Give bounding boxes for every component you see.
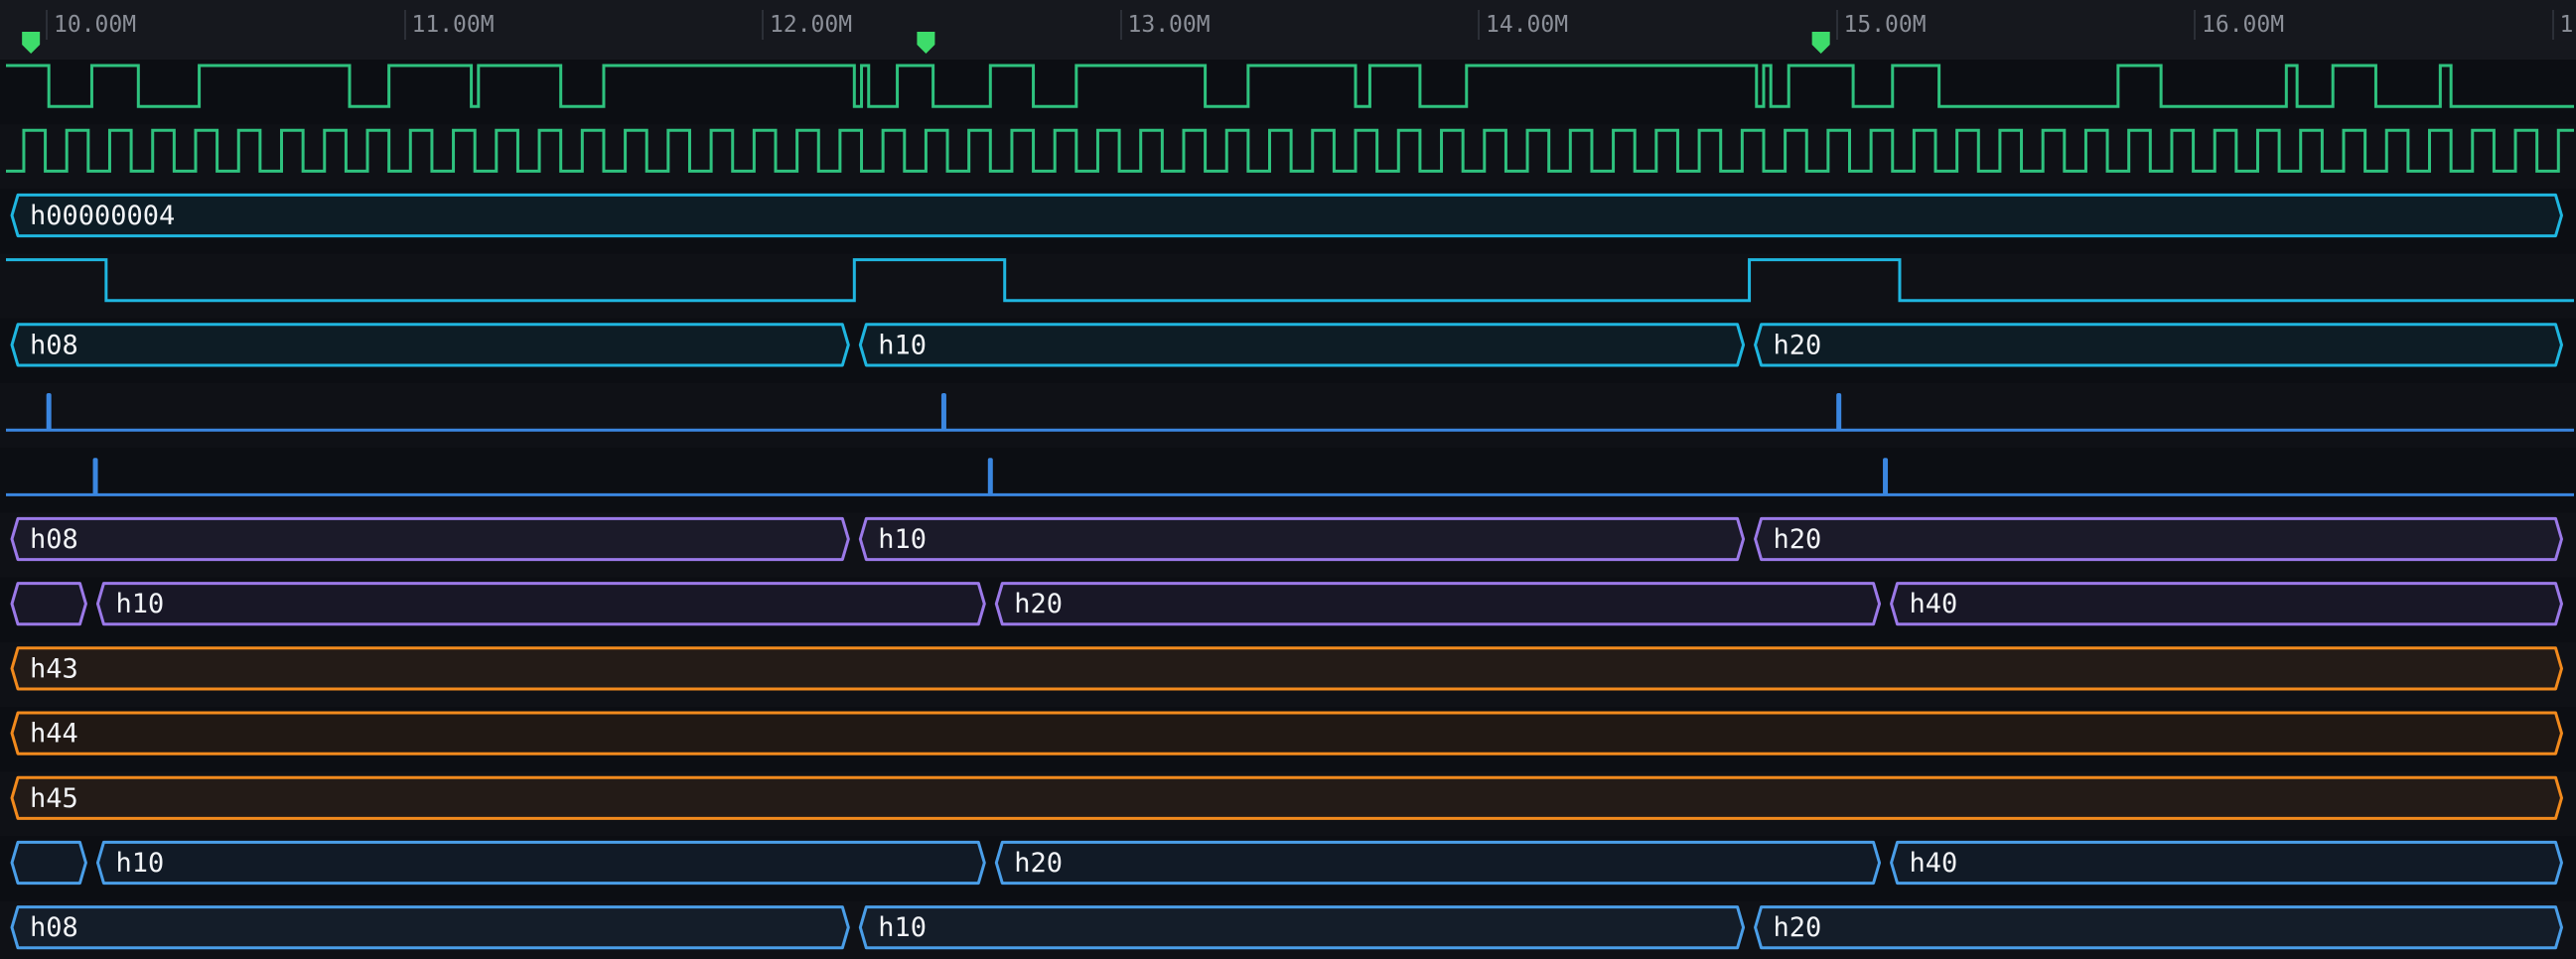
bus-value-label: h10 bbox=[878, 330, 927, 360]
bus-segment bbox=[858, 323, 1746, 367]
bus-segment bbox=[95, 840, 986, 886]
pulse-mark bbox=[46, 393, 52, 431]
bus-segment bbox=[95, 582, 986, 626]
signal-row bbox=[0, 253, 2576, 319]
bus-segment bbox=[994, 582, 1882, 626]
bus-segment bbox=[1890, 582, 2563, 626]
pulse-mark bbox=[1883, 458, 1889, 495]
bus-segment bbox=[10, 193, 2563, 238]
bus-value-label: h08 bbox=[30, 912, 78, 943]
bus-value-label: h08 bbox=[30, 330, 78, 360]
pulse-mark bbox=[92, 458, 98, 495]
bus-segment bbox=[1754, 516, 2563, 562]
bus-segment bbox=[10, 840, 87, 886]
bus-value-label: h45 bbox=[30, 783, 78, 814]
bus-value-label: h10 bbox=[878, 524, 927, 555]
bus-value-label: h10 bbox=[115, 589, 164, 619]
signal-row bbox=[0, 383, 2576, 449]
bus-segment bbox=[1754, 323, 2563, 367]
bus-segment bbox=[1754, 905, 2563, 950]
bus-value-label: h20 bbox=[1014, 848, 1063, 879]
bus-segment bbox=[10, 516, 850, 562]
marker-flag-icon[interactable] bbox=[917, 32, 935, 54]
bus-value-label: h10 bbox=[115, 848, 164, 879]
marker-flag-shape bbox=[1811, 32, 1830, 54]
bus-segment bbox=[858, 516, 1746, 562]
bus-segment bbox=[10, 775, 2563, 820]
bus-segment bbox=[10, 323, 850, 367]
signal-row bbox=[0, 124, 2576, 190]
bus-value-label: h00000004 bbox=[30, 201, 175, 231]
waveform-canvas[interactable]: h00000004 h08 h10 h20 h08 h10 h20 h10 h20 h40 h43 h… bbox=[0, 0, 2576, 959]
bus-segment bbox=[1890, 840, 2563, 886]
bus-segment bbox=[10, 646, 2563, 691]
bus-segment bbox=[10, 711, 2563, 755]
pulse-mark bbox=[1836, 393, 1842, 431]
marker-flag-shape bbox=[917, 32, 935, 54]
bus-segment bbox=[10, 582, 87, 626]
bus-value-label: h08 bbox=[30, 524, 78, 555]
bus-value-label: h44 bbox=[30, 719, 78, 750]
pulse-mark bbox=[987, 458, 993, 495]
bus-segment bbox=[994, 840, 1882, 886]
bus-value-label: h10 bbox=[878, 912, 927, 943]
pulse-mark bbox=[940, 393, 946, 431]
bus-value-label: h20 bbox=[1774, 330, 1822, 360]
bus-value-label: h20 bbox=[1774, 524, 1822, 555]
bus-value-label: h40 bbox=[1910, 589, 1958, 619]
marker-flag-icon[interactable] bbox=[1811, 32, 1830, 54]
signal-row bbox=[0, 448, 2576, 513]
bus-segment bbox=[10, 905, 850, 950]
bus-value-label: h20 bbox=[1774, 912, 1822, 943]
bus-value-label: h43 bbox=[30, 653, 78, 684]
marker-flag-icon[interactable] bbox=[22, 32, 41, 54]
signal-row bbox=[0, 60, 2576, 125]
waveform-viewer[interactable]: 10.00M 11.00M 12.00M 13.00M 14.00M 15.00M 16.0… bbox=[0, 0, 2576, 959]
bus-segment bbox=[858, 905, 1746, 950]
marker-flag-shape bbox=[22, 32, 41, 54]
bus-value-label: h40 bbox=[1910, 848, 1958, 879]
bus-value-label: h20 bbox=[1014, 589, 1063, 619]
